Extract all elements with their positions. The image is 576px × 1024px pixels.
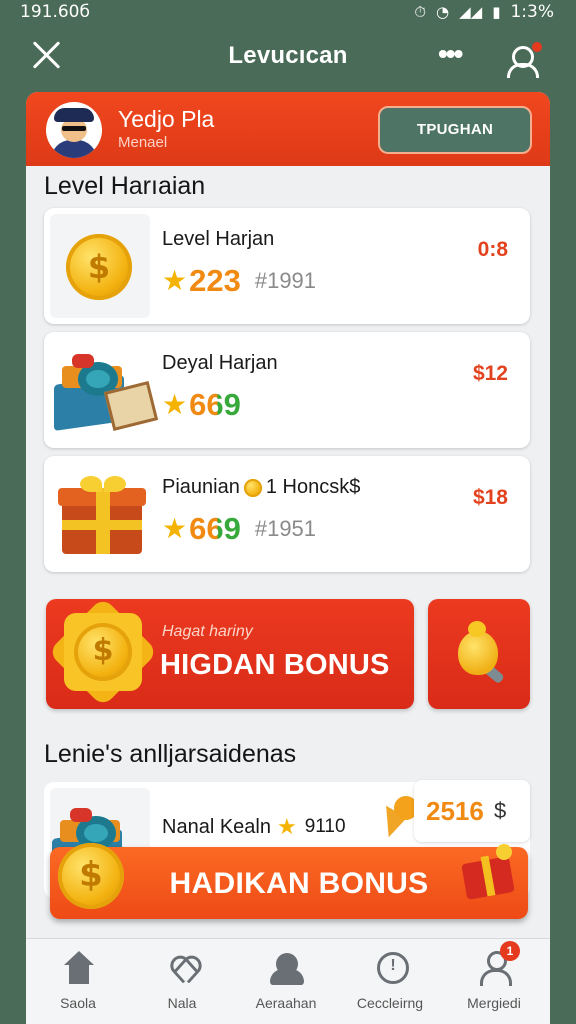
reward-card[interactable]: $ Level Harjan ★ 223 #1991 0:8: [44, 208, 530, 324]
section-title-daily: Level Harıaian: [44, 172, 206, 200]
cone-icon: [373, 796, 418, 841]
status-time: 191.60б: [20, 2, 90, 22]
amount-box: 2516 $: [414, 780, 530, 842]
user-subtitle: Menael: [118, 134, 168, 151]
profile-icon[interactable]: [504, 42, 542, 78]
card-stat: ★ 669: [162, 387, 241, 423]
more-icon[interactable]: •••: [438, 40, 463, 68]
notification-badge: 1: [500, 941, 520, 961]
coin-icon: $: [66, 234, 132, 300]
cta-label: HADIKAN BONUS: [169, 867, 429, 900]
battery-level: 1:3%: [510, 2, 554, 22]
tab-label: Saola: [60, 995, 96, 1011]
bonus-promo-button[interactable]: $ Hagat hariny HIGDAN BONUS: [46, 596, 414, 709]
promo-label: HIGDAN BONUS: [160, 649, 390, 681]
card-rank: #1991: [254, 268, 317, 293]
card-title: Level Harjan: [162, 228, 275, 250]
profile-action-button[interactable]: ТPUGHAN: [378, 106, 532, 154]
card-rank: #1951: [254, 516, 317, 541]
hadikan-bonus-button[interactable]: $ HADIKAN BONUS: [50, 843, 528, 919]
star-icon: ★: [162, 265, 188, 296]
alert-icon: !: [374, 951, 409, 987]
list-item-name-row: Nanal Kealn ★ 9110: [162, 812, 346, 842]
main-sheet: Yedjo Pla Menael ТPUGHAN Level Harıaian …: [26, 92, 550, 1024]
card-score: 223: [189, 263, 241, 298]
tab-label: Aeraahan: [255, 995, 317, 1011]
heart-icon: [166, 951, 200, 987]
app-header: Levucıcan •••: [0, 24, 576, 94]
user-icon: 1: [478, 941, 520, 987]
coin-badge-icon: $: [47, 596, 159, 708]
user-name: Yedjo Pla: [118, 106, 215, 132]
promo-subtitle: Hagat hariny: [162, 623, 253, 640]
battery-icon: ▮: [492, 3, 501, 21]
card-price: 0:8: [477, 238, 508, 261]
card-thumbnail: $: [50, 214, 150, 318]
card-thumbnail: [50, 338, 159, 442]
currency-symbol: $: [494, 798, 507, 823]
alarm-icon: ⏱: [414, 3, 427, 21]
signal-icon: ◢◢: [459, 3, 483, 21]
notification-dot: [532, 42, 542, 52]
bottom-tab-bar: Saola Nala Aeraahan ! Ceccleirng 1 Mergi…: [26, 938, 550, 1024]
gift-icon: [460, 844, 520, 902]
avatar[interactable]: [46, 102, 102, 158]
card-score: 669: [189, 387, 241, 422]
home-icon: [62, 951, 96, 987]
tab-label: Mergiedi: [467, 995, 521, 1011]
tab-label: Nala: [167, 995, 197, 1011]
card-thumbnail: [50, 462, 150, 566]
star-icon: ★: [162, 389, 188, 420]
status-icons: ⏱ ◔ ◢◢ ▮ 1:3%: [414, 2, 554, 22]
reward-card[interactable]: Piaunian 1 Honcsk$ ★ 669 #1951 $18: [44, 456, 530, 572]
star-icon: ★: [276, 814, 297, 839]
wifi-icon: ◔: [436, 3, 450, 21]
coin-icon: [243, 478, 262, 497]
card-title-row: Piaunian 1 Honcsk$: [162, 476, 360, 499]
card-title: Deyal Harjan: [162, 352, 278, 374]
card-price: $12: [472, 362, 508, 385]
gift-icon: [58, 476, 146, 556]
people-icon: [270, 951, 304, 987]
list-item-count: 9110: [304, 816, 346, 837]
card-stat: ★ 669 #1951: [162, 511, 316, 547]
card-stat: ★ 223 #1991: [162, 263, 316, 299]
card-title: Piaunian: [162, 476, 240, 498]
tab-label: Ceccleirng: [356, 995, 424, 1011]
section-title-list: Lenie's anlljarsaidenas: [44, 740, 297, 768]
rocket-icon: [454, 621, 505, 685]
card-price: $18: [472, 486, 508, 509]
profile-banner: Yedjo Pla Menael ТPUGHAN: [26, 92, 550, 166]
reward-card[interactable]: Deyal Harjan ★ 669 $12: [44, 332, 530, 448]
list-item-amount: 2516: [426, 796, 484, 826]
toolbox-icon: [54, 354, 159, 434]
card-title-extra: 1 Honcsk$: [265, 476, 361, 498]
page-title: Levucıcan: [228, 42, 348, 69]
card-score: 669: [189, 511, 241, 546]
status-bar: 191.60б ⏱ ◔ ◢◢ ▮ 1:3%: [0, 0, 576, 24]
list-item-name: Nanal Kealn: [162, 815, 271, 838]
star-icon: ★: [162, 513, 188, 544]
rocket-promo-button[interactable]: [428, 599, 530, 709]
